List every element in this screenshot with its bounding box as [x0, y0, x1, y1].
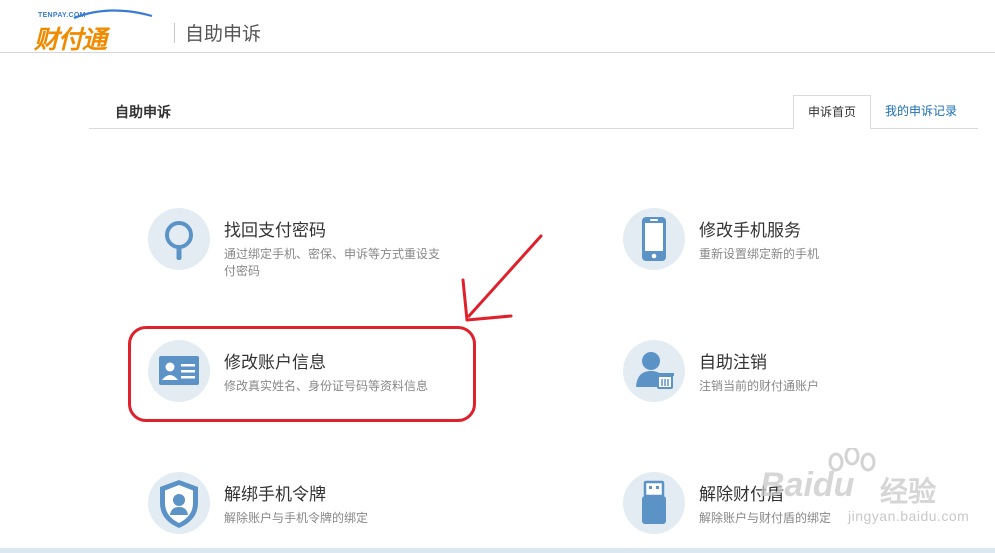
- service-desc: 修改真实姓名、身份证号码等资料信息: [224, 379, 429, 393]
- service-desc: 注销当前的财付通账户: [699, 379, 820, 393]
- mobile-phone-icon: [623, 208, 685, 270]
- logo-text: 财付通: [34, 25, 107, 54]
- top-header: TENPAY.COM 财付通 自助申诉: [0, 0, 995, 54]
- logo-small-text: TENPAY.COM: [38, 12, 86, 19]
- service-self-cancel[interactable]: 自助注销 注销当前的财付通账户: [623, 340, 963, 420]
- service-desc: 通过绑定手机、密保、申诉等方式重设支付密码: [224, 247, 441, 278]
- service-title: 自助注销: [699, 353, 767, 373]
- service-unbind-tenpay-shield[interactable]: 解除财付盾 解除账户与财付盾的绑定: [623, 472, 963, 552]
- usb-key-icon: [623, 472, 685, 534]
- service-title: 修改账户信息: [224, 353, 326, 373]
- service-edit-account-info[interactable]: 修改账户信息 修改真实姓名、身份证号码等资料信息: [148, 340, 488, 420]
- tab-appeal-home[interactable]: 申诉首页: [793, 95, 872, 129]
- tab-bar: 自助申诉 申诉首页 我的申诉记录: [89, 93, 978, 129]
- section-title: 自助申诉: [115, 105, 171, 121]
- magnifier-icon: [148, 208, 210, 270]
- service-title: 解绑手机令牌: [224, 485, 326, 505]
- service-desc: 解除账户与财付盾的绑定: [699, 511, 832, 525]
- service-title: 找回支付密码: [224, 221, 326, 241]
- service-title: 解除财付盾: [699, 485, 784, 505]
- user-delete-icon: [623, 340, 685, 402]
- tenpay-logo[interactable]: TENPAY.COM 财付通: [34, 6, 164, 54]
- header-divider: [174, 23, 175, 43]
- service-unbind-mobile-token[interactable]: 解绑手机令牌 解除账户与手机令牌的绑定: [148, 472, 488, 552]
- service-change-mobile[interactable]: 修改手机服务 重新设置绑定新的手机: [623, 208, 963, 288]
- bottom-border: [0, 548, 995, 553]
- shield-user-icon: [148, 472, 210, 534]
- page-title: 自助申诉: [185, 23, 262, 45]
- service-desc: 重新设置绑定新的手机: [699, 247, 820, 261]
- service-title: 修改手机服务: [699, 221, 801, 241]
- tab-my-appeal-records[interactable]: 我的申诉记录: [871, 95, 971, 127]
- service-desc: 解除账户与手机令牌的绑定: [224, 511, 369, 525]
- service-reset-pay-password[interactable]: 找回支付密码 通过绑定手机、密保、申诉等方式重设支付密码: [148, 208, 488, 288]
- id-card-icon: [148, 340, 210, 402]
